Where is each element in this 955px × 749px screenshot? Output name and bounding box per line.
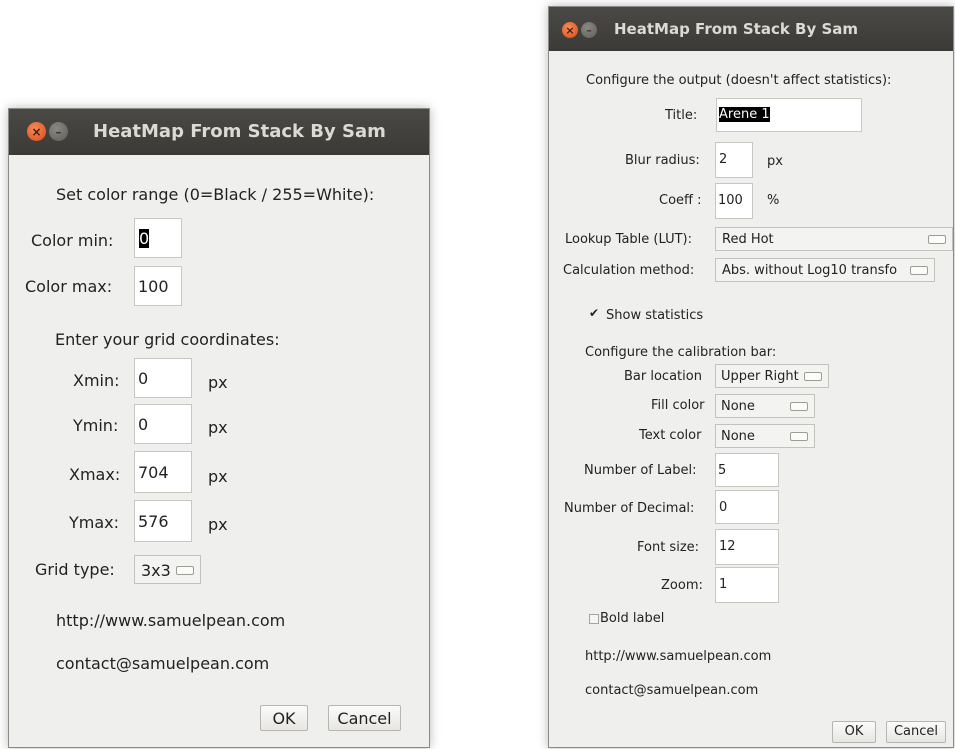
blur-radius-field[interactable]: 2 xyxy=(715,142,753,178)
grid-type-dropdown[interactable]: 3x3 xyxy=(134,555,201,584)
fill-color-label: Fill color xyxy=(651,398,705,413)
grid-heading: Enter your grid coordinates: xyxy=(55,330,280,349)
bold-label-checkbox[interactable] xyxy=(589,614,599,624)
close-icon[interactable]: × xyxy=(562,22,578,38)
text-color-value: None xyxy=(721,429,755,444)
color-max-field[interactable]: 100 xyxy=(134,266,182,306)
text-color-label: Text color xyxy=(639,428,702,443)
font-size-field[interactable]: 12 xyxy=(715,529,779,565)
color-max-label: Color max: xyxy=(25,277,113,296)
chevron-down-icon xyxy=(804,372,822,381)
dialog-output-config: × – HeatMap From Stack By Sam Configure … xyxy=(548,6,954,748)
fill-color-dropdown[interactable]: None xyxy=(715,394,815,418)
number-of-decimal-field[interactable]: 0 xyxy=(715,490,779,524)
ok-button[interactable]: OK xyxy=(832,721,876,743)
ymin-unit: px xyxy=(208,418,228,437)
chevron-down-icon xyxy=(790,402,808,411)
xmax-label: Xmax: xyxy=(69,465,121,484)
calibration-heading: Configure the calibration bar: xyxy=(585,345,777,360)
font-size-label: Font size: xyxy=(637,540,700,555)
lut-label: Lookup Table (LUT): xyxy=(565,232,692,247)
coeff-label: Coeff : xyxy=(659,193,702,208)
chevron-down-icon xyxy=(790,432,808,441)
bold-label-label[interactable]: Bold label xyxy=(600,611,664,626)
minimize-icon[interactable]: – xyxy=(49,122,68,141)
ok-button[interactable]: OK xyxy=(260,705,308,731)
grid-type-label: Grid type: xyxy=(35,560,115,579)
bar-location-label: Bar location xyxy=(624,369,702,384)
ymax-field[interactable]: 576 xyxy=(134,500,192,542)
ymax-label: Ymax: xyxy=(69,513,120,532)
close-icon[interactable]: × xyxy=(27,122,46,141)
window-title: HeatMap From Stack By Sam xyxy=(614,20,859,38)
cancel-button[interactable]: Cancel xyxy=(886,721,946,743)
coeff-unit: % xyxy=(767,193,780,208)
title-bar[interactable]: × – HeatMap From Stack By Sam xyxy=(549,7,953,51)
lut-value: Red Hot xyxy=(722,232,774,247)
color-min-field[interactable]: 0 xyxy=(134,218,182,258)
window-title: HeatMap From Stack By Sam xyxy=(93,121,386,142)
title-field[interactable]: Arene 1 xyxy=(716,98,862,132)
grid-type-value: 3x3 xyxy=(141,561,171,580)
output-heading: Configure the output (doesn't affect sta… xyxy=(586,73,892,88)
cancel-button[interactable]: Cancel xyxy=(328,705,401,731)
ymin-label: Ymin: xyxy=(73,416,119,435)
email-link[interactable]: contact@samuelpean.com xyxy=(585,683,758,698)
chevron-down-icon xyxy=(928,235,946,244)
show-statistics-label[interactable]: Show statistics xyxy=(606,308,703,323)
coeff-field[interactable]: 100 xyxy=(715,183,753,219)
minimize-icon[interactable]: – xyxy=(581,22,597,38)
lut-dropdown[interactable]: Red Hot xyxy=(715,227,953,251)
number-of-label-field[interactable]: 5 xyxy=(715,453,779,487)
xmin-label: Xmin: xyxy=(73,371,120,390)
xmin-unit: px xyxy=(208,373,228,392)
email-link[interactable]: contact@samuelpean.com xyxy=(56,654,269,673)
blur-radius-unit: px xyxy=(767,154,783,169)
text-color-dropdown[interactable]: None xyxy=(715,424,815,448)
website-link[interactable]: http://www.samuelpean.com xyxy=(585,649,771,664)
calc-method-label: Calculation method: xyxy=(563,263,695,278)
ymin-field[interactable]: 0 xyxy=(134,404,192,444)
chevron-down-icon xyxy=(176,565,194,575)
fill-color-value: None xyxy=(721,399,755,414)
dialog-color-grid: × – HeatMap From Stack By Sam Set color … xyxy=(8,108,430,748)
xmax-field[interactable]: 704 xyxy=(134,451,192,493)
number-of-label-label: Number of Label: xyxy=(584,463,697,478)
xmin-field[interactable]: 0 xyxy=(134,358,192,398)
title-bar[interactable]: × – HeatMap From Stack By Sam xyxy=(9,109,429,155)
color-min-label: Color min: xyxy=(31,231,114,250)
website-link[interactable]: http://www.samuelpean.com xyxy=(56,611,285,630)
bar-location-value: Upper Right xyxy=(721,369,799,384)
xmax-unit: px xyxy=(208,467,228,486)
bar-location-dropdown[interactable]: Upper Right xyxy=(715,364,829,388)
zoom-label: Zoom: xyxy=(661,578,703,593)
zoom-field[interactable]: 1 xyxy=(715,567,779,603)
ymax-unit: px xyxy=(208,515,228,534)
blur-radius-label: Blur radius: xyxy=(625,153,700,168)
color-range-heading: Set color range (0=Black / 255=White): xyxy=(56,185,375,204)
show-statistics-checkbox[interactable] xyxy=(588,306,599,321)
calc-method-value: Abs. without Log10 transfo xyxy=(722,263,898,278)
title-label: Title: xyxy=(665,108,698,123)
chevron-down-icon xyxy=(910,266,928,275)
number-of-decimal-label: Number of Decimal: xyxy=(564,501,695,516)
calc-method-dropdown[interactable]: Abs. without Log10 transfo xyxy=(715,258,935,282)
